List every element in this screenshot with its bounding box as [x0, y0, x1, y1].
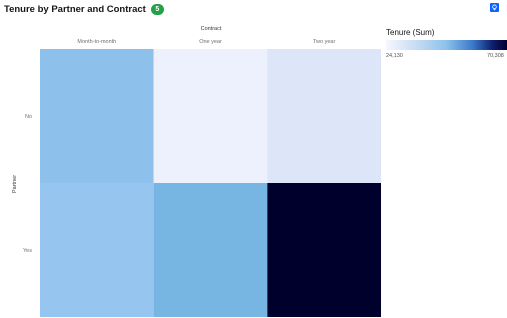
heatmap-cell-yes-month-to-month[interactable] [40, 183, 154, 317]
heatmap-cell-no-two-year[interactable] [267, 49, 381, 183]
y-tick-label: No [25, 114, 32, 120]
heatmap-cell-yes-two-year[interactable] [267, 183, 381, 317]
legend-max-label: 70,308 [487, 53, 504, 59]
legend-min-label: 24,130 [386, 53, 403, 59]
legend-gradient-bar [386, 40, 507, 50]
heatmap-cell-yes-one-year[interactable] [153, 183, 268, 317]
x-tick-label: One year [199, 39, 222, 45]
color-legend: Tenure (Sum) 24,130 70,308 [386, 28, 507, 62]
legend-ticks: 24,130 70,308 [386, 53, 507, 62]
y-axis-title: Partner [12, 175, 18, 193]
heatmap-cell-no-month-to-month[interactable] [40, 49, 154, 183]
x-tick-label: Month-to-month [77, 39, 116, 45]
legend-title: Tenure (Sum) [386, 28, 435, 37]
x-tick-label: Two year [313, 39, 335, 45]
y-tick-label: Yes [23, 248, 32, 254]
x-axis-title: Contract [201, 26, 222, 32]
heatmap-cell-no-one-year[interactable] [153, 49, 268, 183]
